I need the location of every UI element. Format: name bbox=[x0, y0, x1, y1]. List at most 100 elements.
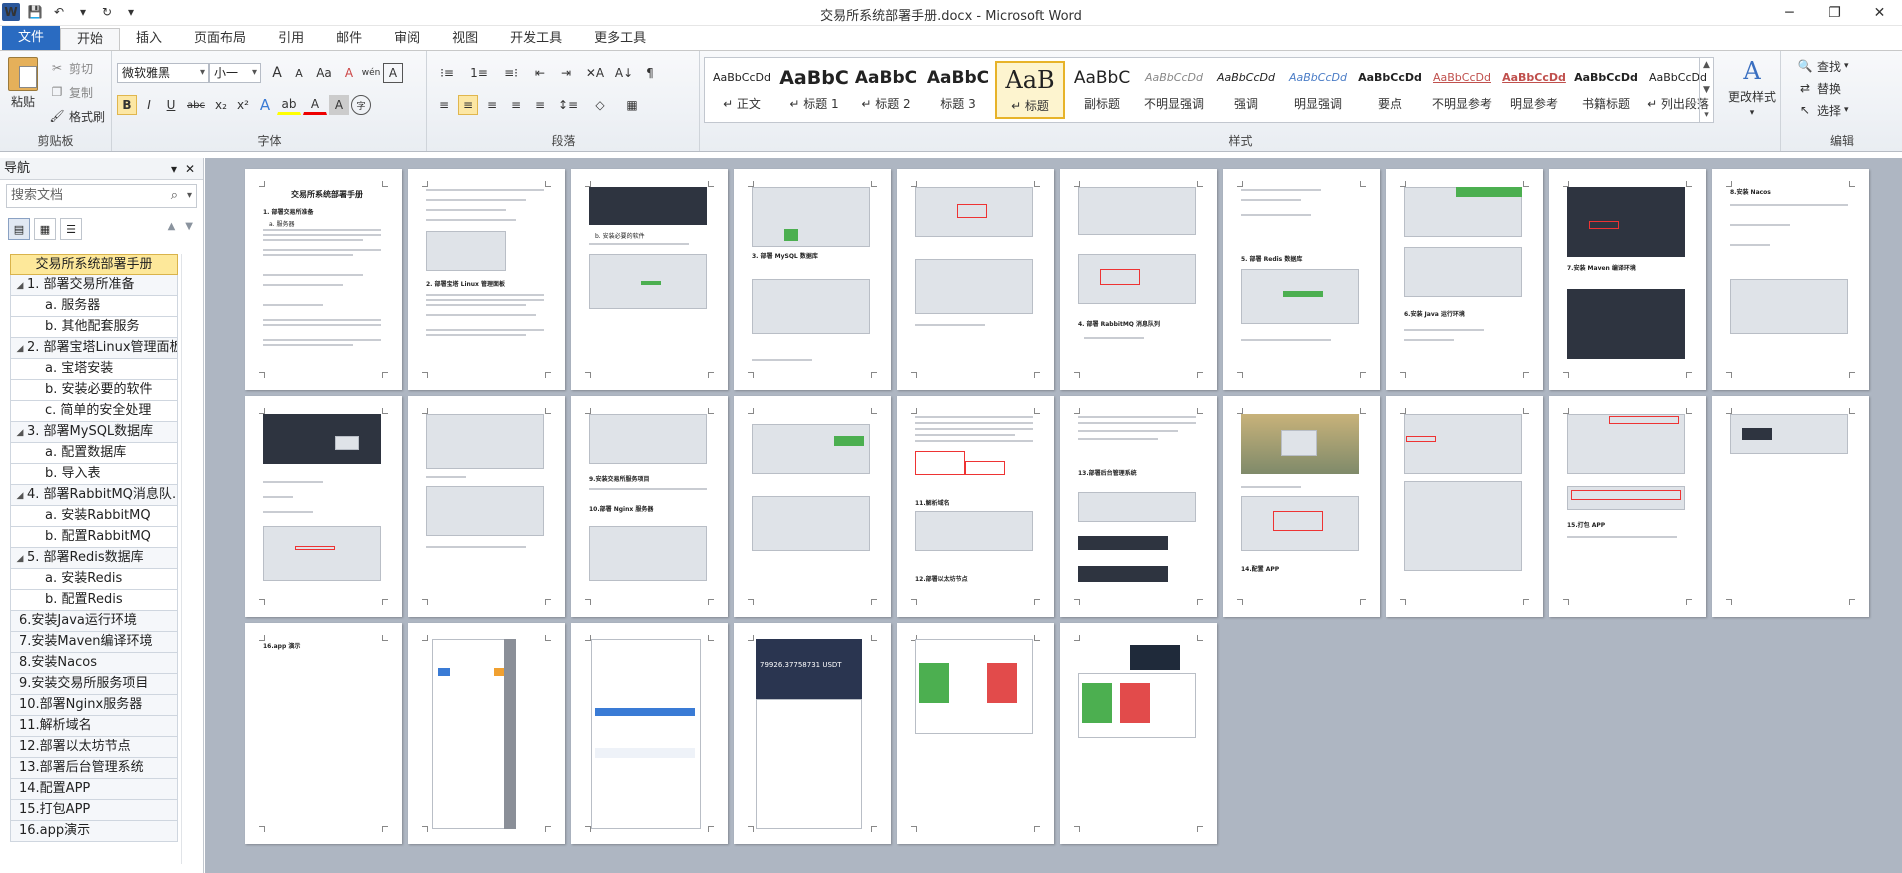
page-19[interactable]: 15.打包 APP bbox=[1549, 396, 1706, 617]
page-17[interactable]: 14.配置 APP bbox=[1223, 396, 1380, 617]
numbering-icon[interactable]: 1≡ bbox=[466, 63, 492, 83]
tab-view[interactable]: 视图 bbox=[436, 28, 494, 50]
nav-heading-item[interactable]: ◢ 3. 部署MySQL数据库 bbox=[10, 422, 178, 443]
shrink-font-icon[interactable]: A bbox=[289, 63, 309, 83]
decrease-indent-icon[interactable]: ⇤ bbox=[530, 63, 550, 83]
nav-close-icon[interactable]: ✕ bbox=[185, 158, 195, 180]
nav-heading-item[interactable]: ◢ 2. 部署宝塔Linux管理面板 bbox=[10, 338, 178, 359]
borders-icon[interactable]: ▦ bbox=[618, 95, 646, 115]
tab-insert[interactable]: 插入 bbox=[120, 28, 178, 50]
chevron-down-icon[interactable]: ▾ bbox=[187, 185, 192, 207]
select-button[interactable]: ↖ 选择 ▾ bbox=[1796, 101, 1849, 119]
clear-format-icon[interactable]: A bbox=[339, 63, 359, 83]
nav-heading-item[interactable]: 7.安装Maven编译环境 bbox=[10, 632, 178, 653]
more-styles-icon[interactable]: ▾ bbox=[1704, 110, 1709, 120]
page-1[interactable]: 交易所系统部署手册 1. 部署交易所准备 a. 服务器 bbox=[245, 169, 402, 390]
nav-heading-item[interactable]: b. 配置RabbitMQ bbox=[10, 527, 178, 548]
style-heading-2[interactable]: AaBbC ↵ 标题 2 bbox=[851, 61, 921, 119]
page-14[interactable] bbox=[734, 396, 891, 617]
page-13[interactable]: 9.安装交易所服务项目 10.部署 Nginx 服务器 bbox=[571, 396, 728, 617]
nav-heading-item[interactable]: 12.部署以太坊节点 bbox=[10, 737, 178, 758]
nav-heading-item[interactable]: 6.安装Java运行环境 bbox=[10, 611, 178, 632]
style-normal[interactable]: AaBbCcDd ↵ 正文 bbox=[707, 61, 777, 119]
tab-home[interactable]: 开始 bbox=[60, 28, 121, 50]
page-4[interactable]: 3. 部署 MySQL 数据库 bbox=[734, 169, 891, 390]
nav-heading-item[interactable]: 9.安装交易所服务项目 bbox=[10, 674, 178, 695]
style-subtle-reference[interactable]: AaBbCcDd 不明显参考 bbox=[1427, 61, 1497, 119]
line-spacing-icon[interactable]: ↕≡ bbox=[554, 95, 582, 115]
nav-heading-item[interactable]: a. 宝塔安装 bbox=[10, 359, 178, 380]
nav-heading-item[interactable]: ◢ 4. 部署RabbitMQ消息队… bbox=[10, 485, 178, 506]
nav-options-icon[interactable]: ▾ bbox=[171, 158, 177, 180]
page-25[interactable] bbox=[897, 623, 1054, 844]
style-intense-emphasis[interactable]: AaBbCcDd 明显强调 bbox=[1283, 61, 1353, 119]
page-20[interactable] bbox=[1712, 396, 1869, 617]
align-right-icon[interactable]: ≡ bbox=[482, 95, 502, 115]
page-11[interactable] bbox=[245, 396, 402, 617]
nav-heading-item[interactable]: a. 安装RabbitMQ bbox=[10, 506, 178, 527]
highlight-icon[interactable]: ab bbox=[277, 95, 301, 115]
format-painter-button[interactable]: 🖌 格式刷 bbox=[48, 107, 105, 125]
tab-mailings[interactable]: 邮件 bbox=[320, 28, 378, 50]
tab-file[interactable]: 文件 bbox=[2, 26, 61, 50]
change-case-icon[interactable]: Aa bbox=[311, 63, 337, 83]
page-22[interactable] bbox=[408, 623, 565, 844]
nav-heading-item[interactable]: 15.打包APP bbox=[10, 800, 178, 821]
document-area[interactable]: 交易所系统部署手册 1. 部署交易所准备 a. 服务器 2. 部署宝塔 Linu… bbox=[205, 158, 1902, 873]
nav-heading-item[interactable]: a. 服务器 bbox=[10, 296, 178, 317]
superscript-button[interactable]: x² bbox=[233, 95, 253, 115]
results-view-icon[interactable]: ☰ bbox=[60, 218, 82, 240]
page-2[interactable]: 2. 部署宝塔 Linux 管理面板 bbox=[408, 169, 565, 390]
tab-references[interactable]: 引用 bbox=[262, 28, 320, 50]
collapse-triangle-icon[interactable]: ◢ bbox=[13, 424, 27, 442]
page-9[interactable]: 7.安装 Maven 编译环境 bbox=[1549, 169, 1706, 390]
style-subtitle[interactable]: AaBbC 副标题 bbox=[1067, 61, 1137, 119]
font-name-combo[interactable]: 微软雅黑 bbox=[117, 63, 209, 83]
page-6[interactable]: 4. 部署 RabbitMQ 消息队列 bbox=[1060, 169, 1217, 390]
pages-view-icon[interactable]: ▦ bbox=[34, 218, 56, 240]
style-heading-1[interactable]: AaBbC ↵ 标题 1 bbox=[779, 61, 849, 119]
nav-scrollbar[interactable] bbox=[181, 254, 197, 864]
page-16[interactable]: 13.部署后台管理系统 bbox=[1060, 396, 1217, 617]
page-23[interactable] bbox=[571, 623, 728, 844]
nav-heading-item[interactable]: ◢ 1. 部署交易所准备 bbox=[10, 275, 178, 296]
copy-button[interactable]: ❐ 复制 bbox=[48, 83, 93, 101]
tab-review[interactable]: 审阅 bbox=[378, 28, 436, 50]
nav-heading-item[interactable]: 8.安装Nacos bbox=[10, 653, 178, 674]
chevron-up-icon[interactable]: ▲ bbox=[1703, 60, 1710, 70]
nav-heading-item[interactable]: 14.配置APP bbox=[10, 779, 178, 800]
page-26[interactable] bbox=[1060, 623, 1217, 844]
font-color-icon[interactable]: A bbox=[303, 95, 327, 115]
tab-more-tools[interactable]: 更多工具 bbox=[578, 28, 662, 50]
next-heading-icon[interactable]: ▼ bbox=[185, 221, 193, 232]
increase-indent-icon[interactable]: ⇥ bbox=[556, 63, 576, 83]
char-border-icon[interactable]: A bbox=[383, 63, 403, 83]
show-marks-icon[interactable]: ¶ bbox=[640, 63, 660, 83]
close-button[interactable]: ✕ bbox=[1857, 0, 1902, 26]
nav-heading-item[interactable]: 16.app演示 bbox=[10, 821, 178, 842]
nav-search-input[interactable]: 搜索文档 ⌕ ▾ bbox=[6, 184, 197, 208]
enclose-char-icon[interactable]: 字 bbox=[351, 95, 371, 115]
page-15[interactable]: 11.解析域名 12.部署以太坊节点 bbox=[897, 396, 1054, 617]
restore-button[interactable]: ❐ bbox=[1812, 0, 1857, 26]
nav-heading-item[interactable]: b. 配置Redis bbox=[10, 590, 178, 611]
bullets-icon[interactable]: ⁝≡ bbox=[434, 63, 460, 83]
shading-icon[interactable]: ◇ bbox=[586, 95, 614, 115]
collapse-triangle-icon[interactable]: ◢ bbox=[13, 277, 27, 295]
subscript-button[interactable]: x₂ bbox=[211, 95, 231, 115]
distributed-icon[interactable]: ≡ bbox=[530, 95, 550, 115]
align-center-icon[interactable]: ≡ bbox=[458, 95, 478, 115]
page-24[interactable]: 79926.37758731 USDT bbox=[734, 623, 891, 844]
paste-button[interactable]: 粘贴 bbox=[8, 57, 38, 110]
multilevel-list-icon[interactable]: ≡⁝ bbox=[498, 63, 524, 83]
tab-developer[interactable]: 开发工具 bbox=[494, 28, 578, 50]
collapse-triangle-icon[interactable]: ◢ bbox=[13, 550, 27, 568]
style-emphasis[interactable]: AaBbCcDd 强调 bbox=[1211, 61, 1281, 119]
headings-view-icon[interactable]: ▤ bbox=[8, 218, 30, 240]
char-shading-icon[interactable]: A bbox=[329, 95, 349, 115]
nav-heading-item[interactable]: a. 配置数据库 bbox=[10, 443, 178, 464]
justify-icon[interactable]: ≡ bbox=[506, 95, 526, 115]
page-21[interactable]: 16.app 演示 bbox=[245, 623, 402, 844]
find-button[interactable]: 🔍 查找 ▾ bbox=[1796, 57, 1849, 75]
nav-heading-item[interactable]: 13.部署后台管理系统 bbox=[10, 758, 178, 779]
